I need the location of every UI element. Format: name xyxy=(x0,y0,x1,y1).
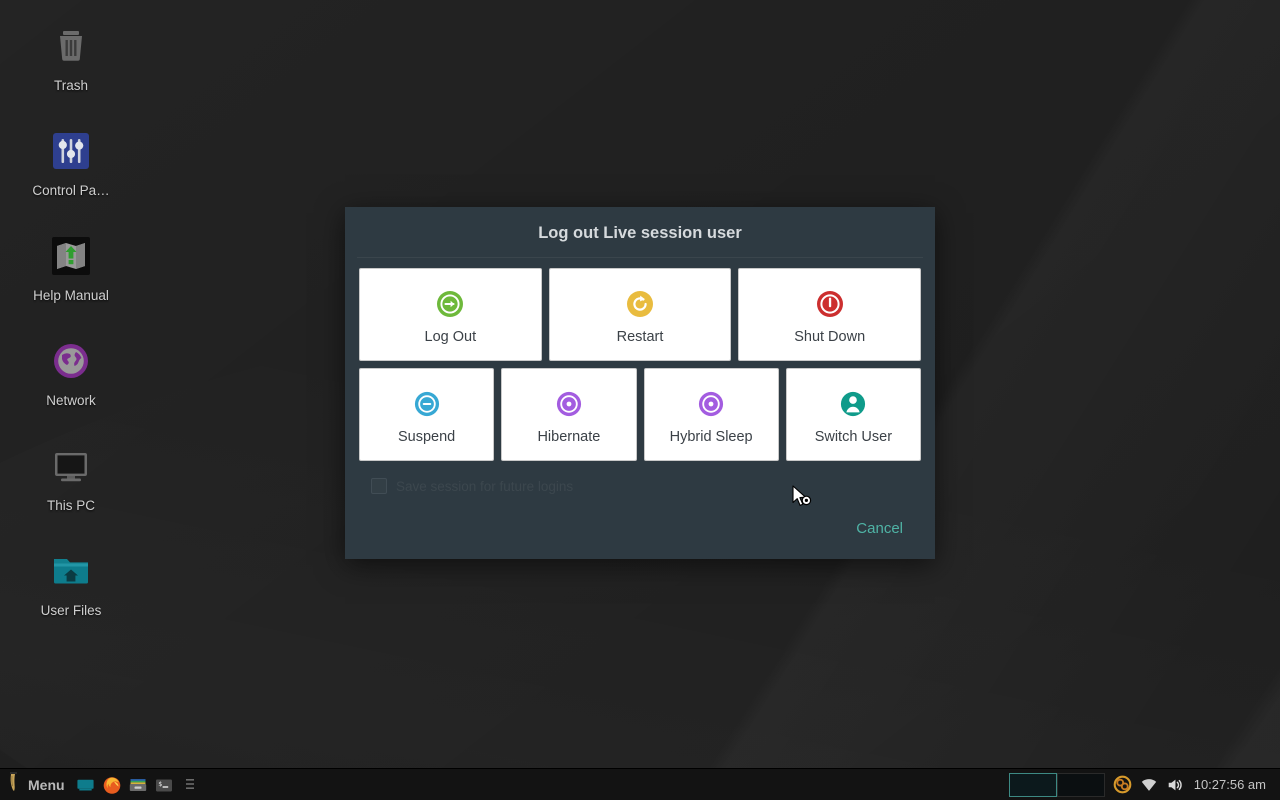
desktop-icon-network[interactable]: Network xyxy=(18,333,124,438)
hibernate-icon xyxy=(556,385,582,423)
hybrid-sleep-icon xyxy=(698,385,724,423)
restart-button[interactable]: Restart xyxy=(548,268,732,361)
workspace-2[interactable] xyxy=(1056,772,1105,797)
shut-down-icon xyxy=(816,285,844,323)
linux-mint-logo-icon xyxy=(6,771,22,798)
terminal-icon[interactable]: $ xyxy=(151,769,177,800)
hibernate-button[interactable]: Hibernate xyxy=(501,368,637,461)
switch-user-button[interactable]: Switch User xyxy=(785,368,921,461)
restart-icon xyxy=(626,285,654,323)
save-session-label: Save session for future logins xyxy=(396,478,574,494)
network-globe-icon xyxy=(47,337,95,385)
user-files-folder-icon xyxy=(47,547,95,595)
hybrid-sleep-button[interactable]: Hybrid Sleep xyxy=(643,368,779,461)
suspend-button[interactable]: Suspend xyxy=(359,368,495,461)
taskbar-launchers: Menu $ xyxy=(0,769,203,800)
log-out-button[interactable]: Log Out xyxy=(359,268,542,361)
control-panel-icon xyxy=(47,127,95,175)
this-pc-monitor-icon xyxy=(47,442,95,490)
network-wifi-icon[interactable] xyxy=(1140,776,1158,794)
volume-icon[interactable] xyxy=(1166,776,1184,794)
button-label: Switch User xyxy=(814,428,893,445)
desktop-icon-label: User Files xyxy=(40,603,102,618)
show-desktop-icon[interactable] xyxy=(73,769,99,800)
desktop-icon-label: Control Pa… xyxy=(32,183,110,198)
desktop-icon-label: This PC xyxy=(46,498,95,513)
start-menu-label: Menu xyxy=(28,776,65,793)
desktop-icon-this-pc[interactable]: This PC xyxy=(18,438,124,543)
taskbar: Menu $ 10:27:56 am xyxy=(0,768,1280,800)
firefox-icon[interactable] xyxy=(99,769,125,800)
desktop-icon-label: Network xyxy=(46,393,96,408)
switch-user-icon xyxy=(840,385,866,423)
button-label: Restart xyxy=(616,328,664,345)
workspace-switcher xyxy=(1008,769,1113,800)
dialog-footer: Cancel xyxy=(345,516,935,559)
system-tray: 10:27:56 am xyxy=(1113,769,1280,800)
button-label: Hibernate xyxy=(537,428,601,445)
taskbar-window-list xyxy=(203,769,1009,800)
trash-icon xyxy=(47,22,95,70)
workspace-1[interactable] xyxy=(1008,772,1057,797)
session-action-grid: Log Out Restart Shut Down Suspend Hibern… xyxy=(345,258,935,468)
desktop-icon-label: Help Manual xyxy=(33,288,109,303)
desktop-icon-grid: Trash Control Pa… Help Manual Network Th… xyxy=(18,18,124,648)
log-out-icon xyxy=(436,285,464,323)
desktop-icon-label: Trash xyxy=(53,78,88,93)
save-session-row[interactable]: Save session for future logins xyxy=(345,468,935,494)
session-action-row-secondary: Suspend Hibernate Hybrid Sleep Switch Us… xyxy=(359,368,921,461)
save-session-checkbox[interactable] xyxy=(371,478,387,494)
start-menu-button[interactable]: Menu xyxy=(0,769,73,800)
desktop-icon-control-panel[interactable]: Control Pa… xyxy=(18,123,124,228)
suspend-icon xyxy=(414,385,440,423)
logout-dialog: Log out Live session user Log Out Restar… xyxy=(345,207,935,559)
clock[interactable]: 10:27:56 am xyxy=(1192,777,1272,792)
desktop-icon-help-manual[interactable]: Help Manual xyxy=(18,228,124,333)
desktop-icon-trash[interactable]: Trash xyxy=(18,18,124,123)
dialog-title: Log out Live session user xyxy=(357,207,923,258)
svg-text:$: $ xyxy=(158,780,162,788)
update-manager-icon[interactable] xyxy=(1113,775,1132,794)
shut-down-button[interactable]: Shut Down xyxy=(738,268,922,361)
button-label: Suspend xyxy=(398,428,456,445)
button-label: Log Out xyxy=(424,328,477,345)
desktop[interactable]: Trash Control Pa… Help Manual Network Th… xyxy=(0,0,1280,800)
file-manager-icon[interactable] xyxy=(125,769,151,800)
help-manual-icon xyxy=(47,232,95,280)
button-label: Hybrid Sleep xyxy=(669,428,753,445)
more-launchers-icon[interactable] xyxy=(177,769,203,800)
cancel-button[interactable]: Cancel xyxy=(850,516,909,541)
session-action-row-primary: Log Out Restart Shut Down xyxy=(359,268,922,361)
button-label: Shut Down xyxy=(794,328,866,345)
desktop-icon-user-files[interactable]: User Files xyxy=(18,543,124,648)
